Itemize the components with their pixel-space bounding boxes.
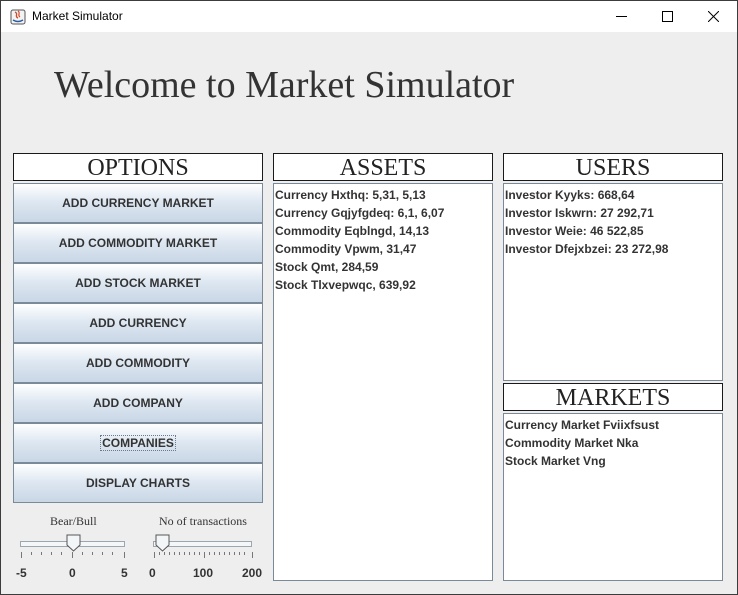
companies-button[interactable]: COMPANIES — [13, 423, 263, 463]
add-currency-button[interactable]: ADD CURRENCY — [13, 303, 263, 343]
add-company-button[interactable]: ADD COMPANY — [13, 383, 263, 423]
list-item: Currency Market Fviixfsust — [505, 418, 660, 432]
add-commodity-button[interactable]: ADD COMMODITY — [13, 343, 263, 383]
minimize-icon — [616, 16, 627, 17]
bear-bull-slider-thumb[interactable] — [66, 534, 81, 552]
list-item: Investor Weie: 46 522,85 — [505, 224, 644, 238]
maximize-button[interactable] — [645, 1, 691, 32]
add-commodity-market-button[interactable]: ADD COMMODITY MARKET — [13, 223, 263, 263]
list-item: Commodity Eqblngd, 14,13 — [275, 224, 430, 238]
button-label: COMPANIES — [100, 435, 176, 451]
transactions-min-label: 0 — [149, 566, 156, 580]
transactions-mid-label: 100 — [193, 566, 214, 580]
list-item: Stock Qmt, 284,59 — [275, 260, 379, 274]
markets-title: MARKETS — [503, 383, 723, 411]
list-item: Stock Market Vng — [505, 454, 606, 468]
button-label: ADD CURRENCY — [89, 316, 187, 330]
app-window: Market Simulator Welcome to Market Simul… — [0, 0, 738, 595]
title-bar[interactable]: Market Simulator — [1, 1, 737, 32]
maximize-icon — [662, 11, 673, 22]
close-icon — [708, 11, 719, 22]
bear-bull-min-label: -5 — [16, 566, 27, 580]
add-currency-market-button[interactable]: ADD CURRENCY MARKET — [13, 183, 263, 223]
list-item: Investor Kyyks: 668,64 — [505, 188, 635, 202]
transactions-ticks — [154, 552, 253, 558]
list-item: Investor Iskwrn: 27 292,71 — [505, 206, 654, 220]
list-item: Currency Gqjyfgdeq: 6,1, 6,07 — [275, 206, 445, 220]
bear-bull-max-label: 5 — [121, 566, 128, 580]
button-label: ADD COMPANY — [93, 396, 183, 410]
welcome-heading: Welcome to Market Simulator — [54, 64, 515, 106]
button-label: DISPLAY CHARTS — [85, 476, 191, 490]
users-list[interactable]: Investor Kyyks: 668,64 Investor Iskwrn: … — [503, 183, 723, 381]
button-label: ADD COMMODITY MARKET — [58, 236, 218, 250]
bear-bull-label: Bear/Bull — [50, 514, 97, 528]
java-app-icon — [10, 9, 26, 25]
bear-bull-ticks — [21, 552, 125, 558]
display-charts-button[interactable]: DISPLAY CHARTS — [13, 463, 263, 503]
button-label: ADD CURRENCY MARKET — [62, 196, 214, 210]
button-label: ADD COMMODITY — [86, 356, 190, 370]
list-item: Commodity Vpwm, 31,47 — [275, 242, 417, 256]
bear-bull-mid-label: 0 — [69, 566, 76, 580]
markets-list[interactable]: Currency Market Fviixfsust Commodity Mar… — [503, 413, 723, 581]
list-item: Currency Hxthq: 5,31, 5,13 — [275, 188, 426, 202]
users-title: USERS — [503, 153, 723, 181]
transactions-slider-thumb[interactable] — [155, 534, 170, 552]
list-item: Investor Dfejxbzei: 23 272,98 — [505, 242, 669, 256]
minimize-button[interactable] — [599, 1, 645, 32]
options-title: OPTIONS — [13, 153, 263, 181]
assets-title: ASSETS — [273, 153, 493, 181]
list-item: Commodity Market Nka — [505, 436, 639, 450]
window-title: Market Simulator — [32, 9, 123, 23]
transactions-label: No of transactions — [159, 514, 247, 528]
close-button[interactable] — [691, 1, 737, 32]
list-item: Stock Tlxvepwqc, 639,92 — [275, 278, 416, 292]
button-label: ADD STOCK MARKET — [75, 276, 201, 290]
add-stock-market-button[interactable]: ADD STOCK MARKET — [13, 263, 263, 303]
transactions-max-label: 200 — [242, 566, 263, 580]
assets-list[interactable]: Currency Hxthq: 5,31, 5,13 Currency Gqjy… — [273, 183, 493, 581]
